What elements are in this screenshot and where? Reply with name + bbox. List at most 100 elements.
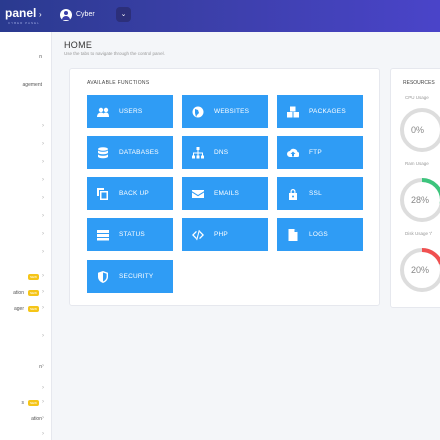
sidebar-item[interactable]: › bbox=[0, 230, 51, 242]
security-button[interactable]: SECURITY bbox=[87, 260, 173, 293]
new-badge: NEW bbox=[28, 400, 39, 406]
sidebar-item[interactable]: › bbox=[0, 384, 51, 396]
card-title: RESOURCES bbox=[403, 80, 435, 86]
function-label: SSL bbox=[309, 190, 322, 197]
sidebar-item[interactable]: n bbox=[0, 52, 51, 64]
sidebar-item[interactable]: ation › bbox=[0, 414, 51, 426]
page-title: HOME bbox=[64, 40, 93, 50]
chevron-right-icon: › bbox=[42, 273, 44, 279]
back-up-button[interactable]: BACK UP bbox=[87, 177, 173, 210]
logs-button[interactable]: LOGS bbox=[277, 218, 363, 251]
chevron-right-icon: › bbox=[42, 431, 44, 437]
new-badge: NEW bbox=[28, 306, 39, 312]
new-badge: NEW bbox=[28, 290, 39, 296]
sidebar-item[interactable]: › bbox=[0, 430, 51, 440]
sidebar-item[interactable]: › bbox=[0, 176, 51, 188]
chevron-right-icon: › bbox=[42, 333, 44, 339]
sidebar-item-label: agement bbox=[22, 82, 42, 88]
shield-icon bbox=[98, 271, 108, 283]
envelope-icon bbox=[192, 190, 204, 198]
sidebar-item[interactable]: › bbox=[0, 212, 51, 224]
ftp-button[interactable]: FTP bbox=[277, 136, 363, 169]
function-label: DATABASES bbox=[119, 149, 159, 156]
database-icon bbox=[98, 147, 108, 159]
chevron-right-icon: › bbox=[42, 123, 44, 129]
resources-card: RESOURCES CPU Usage 0% Ram Usage 28% Disk Us… bbox=[390, 68, 440, 308]
sitemap-icon bbox=[192, 147, 204, 159]
chevron-right-icon: › bbox=[42, 363, 44, 369]
users-icon bbox=[97, 107, 109, 117]
copy-icon bbox=[97, 188, 108, 200]
chevron-right-icon: › bbox=[42, 399, 44, 405]
user-menu[interactable]: Cyber ⌄ bbox=[56, 5, 132, 26]
brand-subtitle: CYBER PANEL bbox=[8, 21, 40, 25]
sidebar-item-label: n bbox=[39, 54, 42, 60]
sidebar-item[interactable]: agement bbox=[0, 80, 51, 92]
php-button[interactable]: PHP bbox=[182, 218, 268, 251]
sidebar-item-label: s bbox=[21, 400, 25, 406]
function-label: USERS bbox=[119, 108, 143, 115]
cloud-upload-icon bbox=[287, 148, 299, 158]
packages-button[interactable]: PACKAGES bbox=[277, 95, 363, 128]
cubes-icon bbox=[287, 106, 299, 118]
file-icon bbox=[288, 229, 298, 241]
sidebar-item[interactable]: s NEW › bbox=[0, 398, 51, 410]
function-label: FTP bbox=[309, 149, 322, 156]
lock-icon bbox=[289, 189, 297, 200]
function-label: PHP bbox=[214, 231, 228, 238]
chevron-right-icon: › bbox=[42, 385, 44, 391]
chevron-right-icon: › bbox=[42, 289, 44, 295]
emails-button[interactable]: EMAILS bbox=[182, 177, 268, 210]
chevron-right-icon: › bbox=[42, 141, 44, 147]
sidebar-item[interactable]: › bbox=[0, 194, 51, 206]
sidebar-item[interactable]: ager NEW › bbox=[0, 304, 51, 316]
status-button[interactable]: STATUS bbox=[87, 218, 173, 251]
page-subtitle: Use the tabs to navigate through the con… bbox=[64, 51, 165, 56]
function-label: PACKAGES bbox=[309, 108, 346, 115]
gauge-value: 20% bbox=[411, 265, 430, 275]
chevron-right-icon: › bbox=[42, 177, 44, 183]
code-icon bbox=[192, 230, 204, 241]
sidebar-item[interactable]: NEW › bbox=[0, 272, 51, 284]
sidebar-item[interactable]: › bbox=[0, 122, 51, 134]
sidebar-item[interactable]: n › bbox=[0, 362, 51, 374]
brand-title: panel bbox=[5, 6, 37, 20]
function-label: SECURITY bbox=[119, 273, 154, 280]
ssl-button[interactable]: SSL bbox=[277, 177, 363, 210]
function-label: DNS bbox=[214, 149, 229, 156]
chevron-right-icon: › bbox=[42, 195, 44, 201]
function-label: EMAILS bbox=[214, 190, 240, 197]
server-icon bbox=[97, 230, 109, 241]
avatar bbox=[60, 9, 72, 21]
available-functions-card: AVAILABLE FUNCTIONS USERS WEBSITES PACKAGE… bbox=[69, 68, 380, 306]
sidebar-item-label: ager bbox=[13, 306, 24, 312]
users-button[interactable]: USERS bbox=[87, 95, 173, 128]
dns-button[interactable]: DNS bbox=[182, 136, 268, 169]
chevron-right-icon: › bbox=[42, 159, 44, 165]
sidebar-toggle-button[interactable]: › bbox=[39, 10, 42, 20]
chevron-right-icon: › bbox=[42, 415, 44, 421]
sidebar-item[interactable]: › bbox=[0, 332, 51, 344]
chevron-right-icon: › bbox=[42, 231, 44, 237]
chevron-down-icon[interactable]: ⌄ bbox=[116, 7, 131, 22]
function-label: STATUS bbox=[119, 231, 145, 238]
sidebar-item[interactable]: › bbox=[0, 140, 51, 152]
chevron-right-icon: › bbox=[42, 305, 44, 311]
sidebar-item[interactable]: › bbox=[0, 248, 51, 260]
top-bar: panel CYBER PANEL › Cyber ⌄ bbox=[0, 0, 440, 32]
gauge-value: 28% bbox=[411, 195, 430, 205]
function-label: BACK UP bbox=[119, 190, 149, 197]
globe-icon bbox=[192, 106, 204, 118]
sidebar-item[interactable]: ation NEW › bbox=[0, 288, 51, 300]
gauge-label: Ram Usage bbox=[405, 161, 429, 166]
gauge-value: 0% bbox=[411, 125, 425, 135]
new-badge: NEW bbox=[28, 274, 39, 280]
gauge-label: CPU Usage bbox=[405, 95, 429, 100]
websites-button[interactable]: WEBSITES bbox=[182, 95, 268, 128]
brand[interactable]: panel CYBER PANEL bbox=[0, 0, 52, 32]
function-label: LOGS bbox=[309, 231, 328, 238]
databases-button[interactable]: DATABASES bbox=[87, 136, 173, 169]
chevron-right-icon: › bbox=[42, 249, 44, 255]
sidebar: n agement › › › › › › › › NEW › ation NEW › ager NEW › › n ›… bbox=[0, 32, 52, 440]
sidebar-item[interactable]: › bbox=[0, 158, 51, 170]
